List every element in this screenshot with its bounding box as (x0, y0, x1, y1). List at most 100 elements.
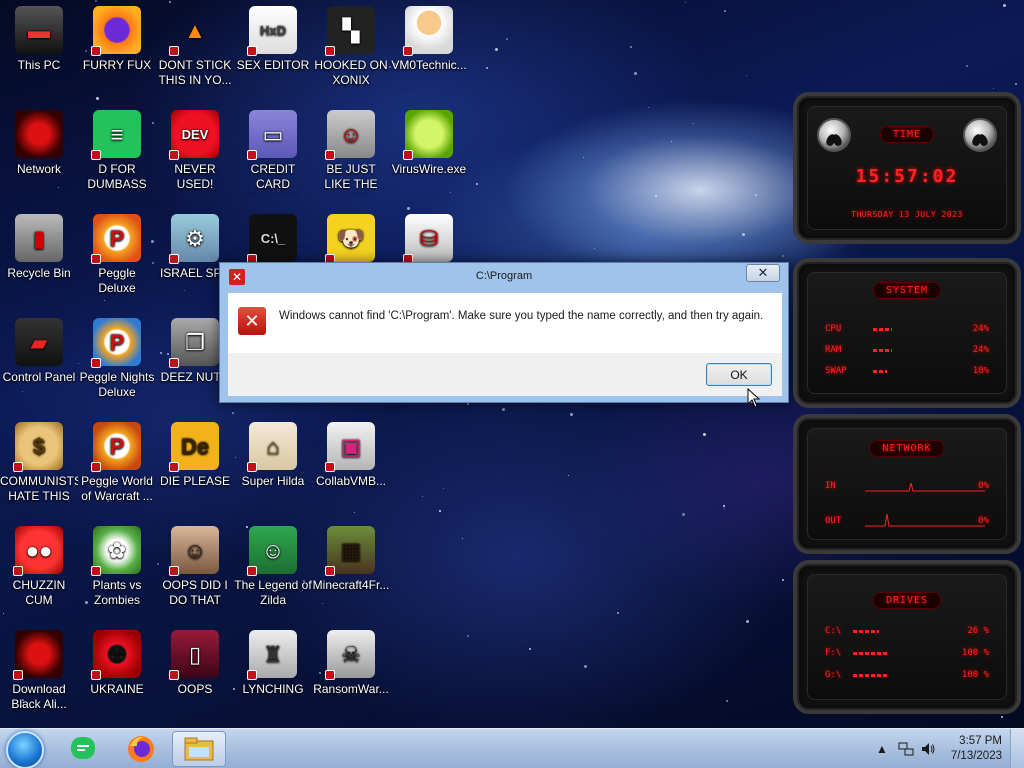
desktop-icon-label: COMMUNISTS HATE THIS G... (0, 474, 78, 506)
plants-vs-zombies-icon: ✿ (91, 526, 141, 576)
desktop-icon-label: Minecraft4Fr... (312, 578, 390, 592)
show-desktop-button[interactable] (1010, 729, 1024, 768)
taskbar-file-explorer[interactable] (172, 731, 226, 767)
dont-stick-this-in-yo-icon: ▲ (169, 6, 219, 56)
desktop-icon-peggle-nights-deluxe[interactable]: P Peggle Nights Deluxe (78, 312, 156, 412)
desktop-icon-recycle-bin[interactable]: ▮ Recycle Bin (0, 208, 78, 308)
desktop-icon-label: DONT STICK THIS IN YO... (158, 58, 232, 87)
shortcut-badge-icon (247, 462, 257, 472)
shortcut-badge-icon (91, 462, 101, 472)
desktop-icon-dont-stick-this-in-yo[interactable]: ▲ DONT STICK THIS IN YO... (156, 0, 234, 100)
ok-button[interactable]: OK (706, 363, 772, 386)
desktop-icon-legend-of-zilda[interactable]: ☺ The Legend of Zilda (234, 520, 312, 620)
collabvmb-icon: ▣ (325, 422, 375, 472)
oops-did-i-do-that-icon: ☺ (169, 526, 219, 576)
drive-row-value: 26 % (967, 626, 989, 636)
desktop-icon-network[interactable]: Network (0, 104, 78, 204)
desktop-icon-label: Recycle Bin (7, 266, 71, 280)
desktop-icon-label: NEVER USED! (174, 162, 216, 191)
drive-row: F:\ 100 % (825, 648, 989, 660)
desktop-icon-label: Download Black Ali... (11, 682, 67, 711)
desktop-icon-be-just-like-the-dude[interactable]: ☺BE JUST LIKE THE DUDE! (312, 104, 390, 204)
shortcut-badge-icon (403, 150, 413, 160)
legend-of-zilda-icon: ☺ (247, 526, 297, 576)
desktop-icon-oops[interactable]: ▯ OOPS (156, 624, 234, 724)
network-icon (15, 110, 63, 158)
never-used-icon: DEV (169, 110, 219, 160)
desktop-icon-label: Network (16, 162, 61, 176)
system-row-bar (873, 370, 887, 373)
desktop-icon-die-please[interactable]: De DIE PLEASE (156, 416, 234, 516)
desktop-icon-peggle-deluxe[interactable]: P Peggle Deluxe (78, 208, 156, 308)
desktop-icon-control-panel[interactable]: ▰ Control Panel (0, 312, 78, 412)
viruswire-icon (403, 110, 453, 160)
desktop-icon-never-used[interactable]: DEV NEVER USED! (156, 104, 234, 204)
desktop-icon-label: LYNCHING (242, 682, 304, 696)
desktop-icon-sex-editor[interactable]: HxD SEX EDITOR (234, 0, 312, 100)
desktop-icon-hooked-on-xonix[interactable]: ▚ HOOKED ON XONIX (312, 0, 390, 100)
desktop-icon-vm0technic[interactable]: VM0Technic... (390, 0, 468, 100)
hooked-on-xonix-icon: ▚ (325, 6, 375, 56)
volume-tray-icon[interactable] (920, 741, 936, 757)
network-title: NETWORK (869, 440, 945, 457)
control-panel-icon: ▰ (15, 318, 63, 366)
desktop-icon-collabvmb[interactable]: ▣ CollabVMB... (312, 416, 390, 516)
peggle-nights-deluxe-icon: P (91, 318, 141, 368)
desktop-icon-label: Super Hilda (241, 474, 305, 488)
system-row-label: RAM (825, 345, 842, 355)
desktop-icon-lynching[interactable]: ♜ LYNCHING (234, 624, 312, 724)
desktop-icon-super-hilda[interactable]: ⌂ Super Hilda (234, 416, 312, 516)
shortcut-badge-icon (169, 46, 179, 56)
desktop-icon-label: OOPS (177, 682, 213, 696)
tray-overflow-icon[interactable]: ▲ (874, 741, 890, 757)
desktop-icon-d-for-dumbass[interactable]: ≡ D FOR DUMBASS (78, 104, 156, 204)
alien-logo-icon (963, 118, 997, 152)
desktop-icon-oops-did-i-do-that[interactable]: ☺ OOPS DID I DO THAT (156, 520, 234, 620)
taskbar-firefox[interactable] (114, 731, 168, 767)
desktop-icon-plants-vs-zombies[interactable]: ✿ Plants vs Zombies (78, 520, 156, 620)
desktop-icon-this-pc[interactable]: ▬ This PC (0, 0, 78, 100)
taskbar-clock[interactable]: 3:57 PM 7/13/2023 (942, 734, 1002, 764)
desktop-icon-ukraine[interactable]: ☢ UKRAINE (78, 624, 156, 724)
desktop-icon-chuzzin-cum[interactable]: ●● CHUZZIN CUM (0, 520, 78, 620)
dialog-title: C:\Program (475, 270, 533, 282)
taskbar-chat-app[interactable] (56, 731, 110, 767)
dialog-titlebar[interactable]: ✕ C:\Program ✕ (220, 263, 788, 291)
desktop-icon-viruswire[interactable]: VirusWire.exe (390, 104, 468, 204)
drive-row-bar (853, 652, 888, 655)
shortcut-badge-icon (247, 46, 257, 56)
desktop-icon-furry-fux[interactable]: FURRY FUX (78, 0, 156, 100)
recycle-bin-icon: ▮ (15, 214, 63, 262)
desktop-icon-label: CREDIT CARD CHECKER (244, 162, 303, 194)
network-in-label: IN (825, 481, 836, 491)
desktop-icon-label: Peggle Deluxe (98, 266, 136, 295)
system-row-bar (873, 349, 892, 352)
drive-row-value: 100 % (961, 648, 989, 658)
desktop-icon-peggle-world-of-warcraft[interactable]: P Peggle World of Warcraft ... (78, 416, 156, 516)
dialog-close-button[interactable]: ✕ (746, 264, 780, 282)
mouse-cursor-icon (747, 388, 761, 408)
d-for-dumbass-icon: ≡ (91, 110, 141, 160)
desktop-icon-communists-hate-this[interactable]: $COMMUNISTS HATE THIS G... (0, 416, 78, 516)
desktop-icon-minecraft4fr[interactable]: ▦ Minecraft4Fr... (312, 520, 390, 620)
desktop-icon-label: Peggle World of Warcraft ... (81, 474, 153, 503)
network-out-graph (865, 514, 985, 527)
drive-row-label: G:\ (825, 670, 842, 680)
desktop-icon-label: CHUZZIN CUM (12, 578, 66, 607)
dog-shortcut-icon: 🐶 (325, 214, 375, 264)
lynching-icon: ♜ (247, 630, 297, 680)
israel-sp-icon: ⚙ (169, 214, 219, 264)
network-tray-icon[interactable] (898, 741, 914, 757)
communists-hate-this-icon: $ (13, 422, 63, 472)
desktop-icon-download-black-ali[interactable]: Download Black Ali... (0, 624, 78, 724)
document-shortcut-icon: ⛁ (403, 214, 453, 264)
shortcut-badge-icon (169, 566, 179, 576)
shortcut-badge-icon (91, 670, 101, 680)
vm0technic-icon (403, 6, 453, 56)
cmd-shortcut-icon: C:\_ (247, 214, 297, 264)
desktop-icon-ransomwar[interactable]: ☠ RansomWar... (312, 624, 390, 724)
drive-row-label: C:\ (825, 626, 842, 636)
start-button[interactable] (6, 731, 44, 768)
drives-title: DRIVES (872, 592, 942, 609)
desktop-icon-credit-card-checker[interactable]: ▭CREDIT CARD CHECKER (234, 104, 312, 204)
